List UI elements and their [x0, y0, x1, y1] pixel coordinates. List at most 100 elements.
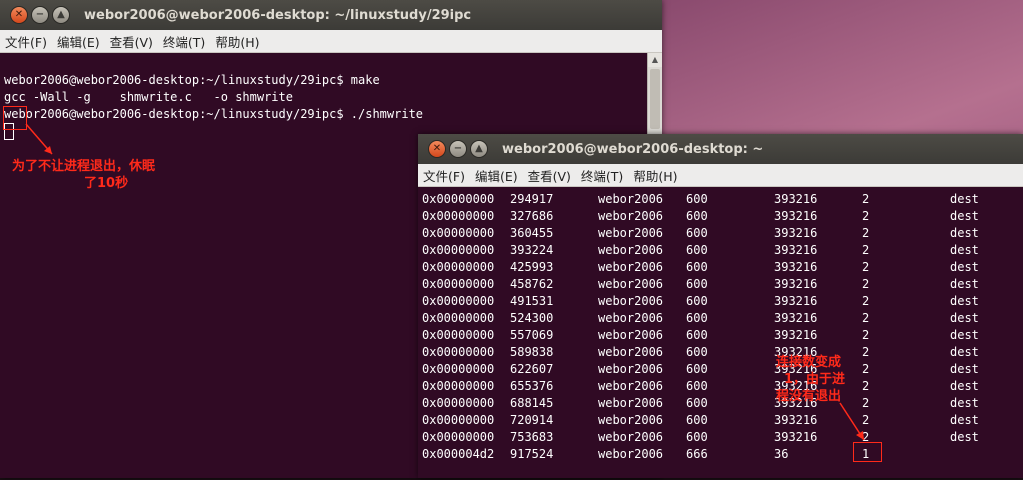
annotation-text: 连接数变成: [776, 355, 842, 370]
table-cell: 2: [862, 327, 870, 342]
table-cell: dest: [950, 225, 979, 240]
maximize-icon[interactable]: ▲: [52, 6, 70, 24]
table-cell: 0x00000000: [422, 259, 495, 274]
table-cell: 589838: [510, 344, 554, 359]
table-cell: 720914: [510, 412, 554, 427]
table-cell: 600: [686, 344, 708, 359]
table-cell: 393216: [774, 310, 818, 325]
maximize-icon[interactable]: ▲: [470, 140, 488, 158]
menubar: 文件(F) 编辑(E) 查看(V) 终端(T) 帮助(H): [0, 30, 662, 53]
table-cell: webor2006: [598, 225, 664, 240]
table-row: 0x00000000 327686 webor2006 600 393216 2 dest: [422, 207, 1010, 224]
table-row: 0x00000000 655376 webor2006 600 393216 2 dest: [422, 377, 1010, 394]
terminal-window-home[interactable]: ✕ − ▲ webor2006@webor2006-desktop: ~ 文件(…: [418, 134, 1023, 478]
table-cell: dest: [950, 378, 979, 393]
table-cell: 2: [862, 310, 870, 325]
menu-file[interactable]: 文件(F): [418, 166, 470, 185]
minimize-icon[interactable]: −: [31, 6, 49, 24]
menu-terminal[interactable]: 终端(T): [576, 166, 628, 185]
table-cell: dest: [950, 327, 979, 342]
table-cell: 2: [862, 259, 870, 274]
table-cell: 2: [862, 225, 870, 240]
menu-terminal[interactable]: 终端(T): [158, 32, 210, 51]
table-cell: webor2006: [598, 361, 664, 376]
table-cell: dest: [950, 361, 979, 376]
table-cell: 425993: [510, 259, 554, 274]
table-row: 0x000004d2 917524 webor2006 666 36 1: [422, 445, 1010, 462]
table-cell: webor2006: [598, 412, 664, 427]
menu-help[interactable]: 帮助(H): [210, 32, 264, 51]
table-cell: 600: [686, 412, 708, 427]
annotation-arrow: [25, 123, 53, 155]
menu-view[interactable]: 查看(V): [105, 32, 158, 51]
table-row: 0x00000000 393224 webor2006 600 393216 2 dest: [422, 241, 1010, 258]
table-cell: dest: [950, 293, 979, 308]
table-row: 0x00000000 688145 webor2006 600 393216 2 dest: [422, 394, 1010, 411]
table-cell: webor2006: [598, 191, 664, 206]
table-row: 0x00000000 753683 webor2006 600 393216 2 dest: [422, 428, 1010, 445]
table-cell: dest: [950, 276, 979, 291]
terminal-line: webor2006@webor2006-desktop:~/linuxstudy…: [4, 73, 380, 87]
annotation-arrow: [839, 402, 865, 441]
table-cell: 753683: [510, 429, 554, 444]
menu-edit[interactable]: 编辑(E): [52, 32, 105, 51]
table-cell: 600: [686, 259, 708, 274]
table-cell: 600: [686, 327, 708, 342]
table-cell: 327686: [510, 208, 554, 223]
table-cell: 458762: [510, 276, 554, 291]
table-cell: 557069: [510, 327, 554, 342]
table-cell: 2: [862, 344, 870, 359]
table-cell: 0x00000000: [422, 344, 495, 359]
menu-edit[interactable]: 编辑(E): [470, 166, 523, 185]
table-cell: 0x00000000: [422, 225, 495, 240]
table-cell: 0x00000000: [422, 361, 495, 376]
table-cell: 393224: [510, 242, 554, 257]
window-title: webor2006@webor2006-desktop: ~/linuxstud…: [84, 7, 472, 23]
table-cell: dest: [950, 191, 979, 206]
table-row: 0x00000000 294917 webor2006 600 393216 2 dest: [422, 190, 1010, 207]
titlebar[interactable]: ✕ − ▲ webor2006@webor2006-desktop: ~/lin…: [0, 0, 662, 30]
table-cell: 688145: [510, 395, 554, 410]
table-cell: 0x00000000: [422, 395, 495, 410]
table-row: 0x00000000 589838 webor2006 600 393216 2 dest: [422, 343, 1010, 360]
table-cell: webor2006: [598, 276, 664, 291]
table-cell: 2: [862, 208, 870, 223]
table-cell: webor2006: [598, 378, 664, 393]
table-cell: 600: [686, 208, 708, 223]
table-cell: 622607: [510, 361, 554, 376]
minimize-icon[interactable]: −: [449, 140, 467, 158]
annotation-sleep: 为了不让进程退出，休眠 了10秒: [12, 158, 155, 192]
titlebar[interactable]: ✕ − ▲ webor2006@webor2006-desktop: ~: [418, 134, 1023, 164]
menu-help[interactable]: 帮助(H): [628, 166, 682, 185]
scroll-up-icon[interactable]: ▲: [648, 53, 662, 67]
table-cell: 0x00000000: [422, 242, 495, 257]
close-icon[interactable]: ✕: [10, 6, 28, 24]
table-cell: 393216: [774, 327, 818, 342]
menu-file[interactable]: 文件(F): [0, 32, 52, 51]
table-cell: dest: [950, 344, 979, 359]
table-row: 0x00000000 524300 webor2006 600 393216 2 dest: [422, 309, 1010, 326]
table-cell: webor2006: [598, 344, 664, 359]
table-cell: 393216: [774, 259, 818, 274]
table-cell: webor2006: [598, 242, 664, 257]
table-cell: webor2006: [598, 310, 664, 325]
table-cell: webor2006: [598, 429, 664, 444]
table-cell: 2: [862, 293, 870, 308]
table-row: 0x00000000 458762 webor2006 600 393216 2 dest: [422, 275, 1010, 292]
terminal-line: webor2006@webor2006-desktop:~/linuxstudy…: [4, 107, 424, 121]
table-cell: 524300: [510, 310, 554, 325]
table-cell: 2: [862, 378, 870, 393]
table-row: 0x00000000 425993 webor2006 600 393216 2 dest: [422, 258, 1010, 275]
close-icon[interactable]: ✕: [428, 140, 446, 158]
table-cell: 393216: [774, 242, 818, 257]
table-cell: dest: [950, 310, 979, 325]
table-row: 0x00000000 360455 webor2006 600 393216 2 dest: [422, 224, 1010, 241]
menu-view[interactable]: 查看(V): [523, 166, 576, 185]
table-row: 0x00000000 622607 webor2006 600 393216 2 dest: [422, 360, 1010, 377]
terminal-output[interactable]: 0x00000000 294917 webor2006 600 393216 2 dest 0…: [418, 187, 1023, 480]
table-cell: webor2006: [598, 395, 664, 410]
table-cell: 600: [686, 378, 708, 393]
scrollbar-thumb[interactable]: [650, 69, 660, 129]
table-cell: 600: [686, 310, 708, 325]
table-cell: 600: [686, 276, 708, 291]
